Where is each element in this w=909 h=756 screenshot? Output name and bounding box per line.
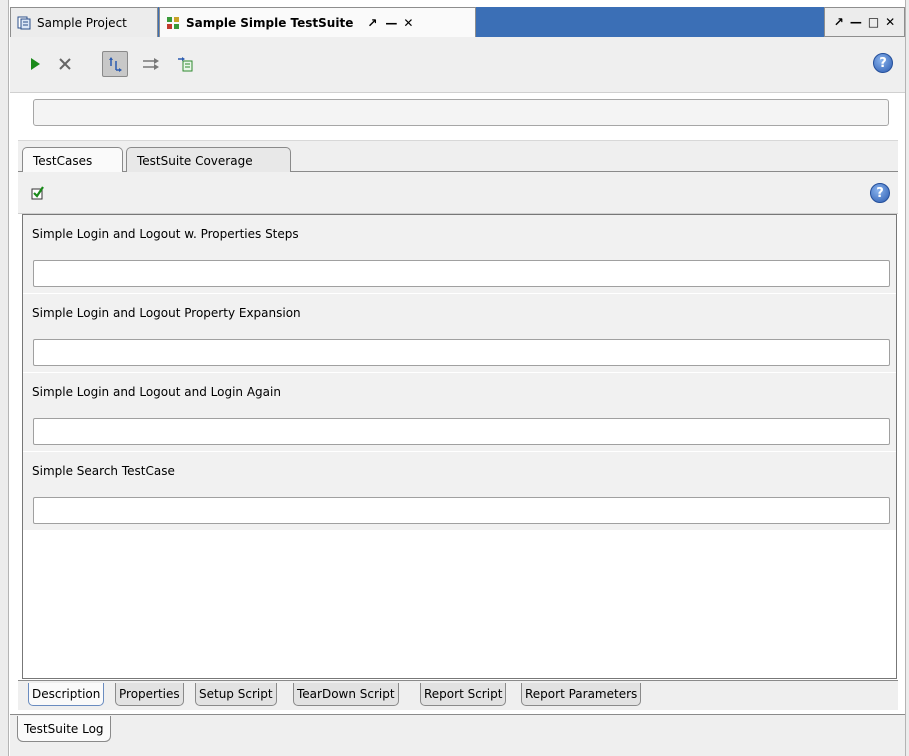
left-border: [0, 0, 9, 756]
tab-label: Report Parameters: [525, 687, 638, 701]
export-button[interactable]: [172, 51, 198, 77]
minimize-icon[interactable]: —: [850, 15, 862, 29]
list-item[interactable]: Simple Login and Logout and Login Again: [23, 373, 896, 451]
inspector-tab-strip: Description Properties Setup Script Tear…: [18, 680, 898, 710]
parallel-run-toggle[interactable]: [138, 51, 164, 77]
list-item[interactable]: Simple Login and Logout w. Properties St…: [23, 215, 896, 293]
sequential-run-toggle[interactable]: [102, 51, 128, 77]
testcase-list: Simple Login and Logout w. Properties St…: [22, 214, 897, 679]
undock-icon[interactable]: ↗: [834, 15, 844, 29]
testsuite-progress-bar: [33, 99, 889, 126]
tab-testsuite-coverage[interactable]: TestSuite Coverage: [126, 147, 291, 173]
toggle-testcases-button[interactable]: [28, 183, 48, 203]
testsuite-toolbar: ?: [10, 37, 905, 93]
testsuite-icon: [166, 16, 180, 30]
testcase-progress-bar: [33, 418, 890, 445]
tab-setup-script[interactable]: Setup Script: [195, 683, 277, 706]
tab-label: TestSuite Coverage: [137, 153, 253, 168]
run-button[interactable]: [22, 51, 48, 77]
list-item[interactable]: Simple Login and Logout Property Expansi…: [23, 294, 896, 372]
tab-label: Report Script: [424, 687, 503, 701]
help-icon[interactable]: ?: [873, 53, 893, 73]
tab-label: Setup Script: [199, 687, 273, 701]
tab-properties[interactable]: Properties: [115, 683, 184, 706]
tab-testcases[interactable]: TestCases: [22, 147, 123, 174]
suite-tab-strip: TestCases TestSuite Coverage: [18, 140, 898, 174]
tab-sample-simple-testsuite[interactable]: Sample Simple TestSuite ↗ — ✕: [159, 7, 476, 37]
testcase-progress-bar: [33, 497, 890, 524]
list-item[interactable]: Simple Search TestCase: [23, 452, 896, 530]
export-icon: [176, 56, 194, 72]
tab-label: Description: [32, 687, 101, 701]
window-controls: ↗ — □ ✕: [824, 7, 905, 37]
tab-sample-project[interactable]: Sample Project: [10, 7, 158, 37]
close-icon[interactable]: ✕: [885, 15, 895, 29]
tab-report-script[interactable]: Report Script: [420, 683, 507, 706]
tab-minimize-icon[interactable]: —: [385, 16, 397, 30]
tab-undock-icon[interactable]: ↗: [367, 16, 377, 30]
tab-label: Sample Simple TestSuite: [186, 15, 354, 30]
tab-testsuite-log[interactable]: TestSuite Log: [17, 716, 111, 742]
tab-label: TestSuite Log: [24, 721, 104, 736]
testcases-toolbar: ?: [18, 172, 898, 214]
testcase-name: Simple Search TestCase: [32, 464, 175, 478]
tab-label: TestCases: [33, 154, 93, 168]
tab-label: TearDown Script: [297, 687, 395, 701]
title-bar: Sample Project Sample Simple TestSuite ↗…: [10, 7, 905, 37]
right-border: [905, 0, 909, 756]
testcase-progress-bar: [33, 339, 890, 366]
tab-label: Sample Project: [37, 15, 127, 30]
testcase-name: Simple Login and Logout and Login Again: [32, 385, 281, 399]
project-icon: [17, 16, 31, 30]
tab-description[interactable]: Description: [28, 683, 105, 706]
cancel-icon: [58, 57, 72, 71]
tab-close-icon[interactable]: ✕: [403, 16, 413, 30]
tab-label: Properties: [119, 687, 180, 701]
sequential-icon: [107, 56, 123, 72]
parallel-icon: [142, 57, 160, 71]
help-icon[interactable]: ?: [870, 183, 890, 203]
testcase-name: Simple Login and Logout w. Properties St…: [32, 227, 299, 241]
testcase-name: Simple Login and Logout Property Expansi…: [32, 306, 301, 320]
tab-teardown-script[interactable]: TearDown Script: [293, 683, 399, 706]
log-tab-strip: TestSuite Log: [10, 714, 905, 756]
checkbox-checked-icon: [31, 186, 45, 200]
run-icon: [29, 57, 41, 71]
cancel-button[interactable]: [52, 51, 78, 77]
maximize-icon[interactable]: □: [868, 15, 879, 29]
testcase-progress-bar: [33, 260, 890, 287]
tab-report-parameters[interactable]: Report Parameters: [521, 683, 642, 706]
